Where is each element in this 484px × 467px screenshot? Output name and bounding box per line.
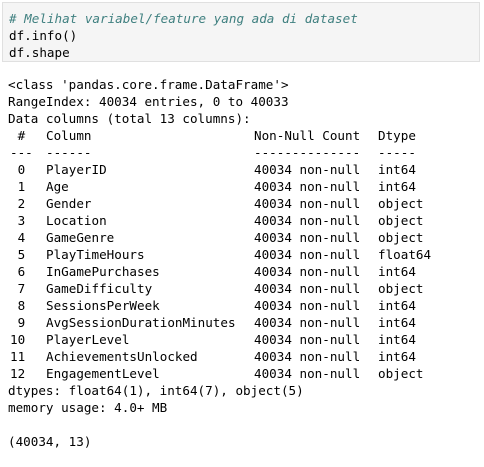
separator-index: --- — [10, 145, 33, 160]
row-dtype: int64 — [378, 349, 416, 364]
separator-column: ------ — [46, 145, 92, 160]
separator-count: -------------- — [254, 145, 361, 160]
row-column: GameGenre — [46, 230, 115, 245]
row-dtype: object — [378, 230, 424, 245]
table-row: 4 GameGenre 40034 non-null object — [8, 229, 478, 246]
row-column: GameDifficulty — [46, 281, 153, 296]
row-dtype: float64 — [378, 247, 432, 262]
row-count: 40034 non-null — [254, 247, 361, 262]
row-dtype: object — [378, 366, 424, 381]
row-column: EngagementLevel — [46, 366, 160, 381]
row-count: 40034 non-null — [254, 315, 361, 330]
row-count: 40034 non-null — [254, 349, 361, 364]
row-index: 7 — [10, 281, 26, 296]
row-dtype: int64 — [378, 298, 416, 313]
row-index: 12 — [10, 366, 26, 381]
row-count: 40034 non-null — [254, 196, 361, 211]
row-column: AvgSessionDurationMinutes — [46, 315, 236, 330]
table-row: 11 AchievementsUnlocked 40034 non-null i… — [8, 348, 478, 365]
row-column: InGamePurchases — [46, 264, 160, 279]
row-dtype: int64 — [378, 264, 416, 279]
table-row: 6 InGamePurchases 40034 non-null int64 — [8, 263, 478, 280]
row-index: 0 — [10, 162, 26, 177]
header-column: Column — [46, 128, 92, 143]
row-count: 40034 non-null — [254, 264, 361, 279]
table-row: 12 EngagementLevel 40034 non-null object — [8, 365, 478, 382]
row-index: 8 — [10, 298, 26, 313]
table-row: 2 Gender 40034 non-null object — [8, 195, 478, 212]
row-index: 1 — [10, 179, 26, 194]
row-count: 40034 non-null — [254, 332, 361, 347]
row-index: 9 — [10, 315, 26, 330]
output-blank-line — [8, 416, 478, 433]
row-column: SessionsPerWeek — [46, 298, 160, 313]
row-count: 40034 non-null — [254, 366, 361, 381]
row-column: PlayTimeHours — [46, 247, 145, 262]
separator-dtype: ----- — [378, 145, 416, 160]
row-count: 40034 non-null — [254, 281, 361, 296]
row-dtype: int64 — [378, 162, 416, 177]
row-dtype: object — [378, 281, 424, 296]
table-row: 7 GameDifficulty 40034 non-null object — [8, 280, 478, 297]
row-column: PlayerID — [46, 162, 107, 177]
row-index: 5 — [10, 247, 26, 262]
row-index: 6 — [10, 264, 26, 279]
header-index: # — [10, 128, 26, 143]
row-index: 10 — [10, 332, 26, 347]
output-range-index: RangeIndex: 40034 entries, 0 to 40033 — [8, 94, 289, 109]
info-table-separator: --- ------ -------------- ----- — [8, 144, 478, 161]
table-row: 1 Age 40034 non-null int64 — [8, 178, 478, 195]
table-row: 3 Location 40034 non-null object — [8, 212, 478, 229]
table-row: 10 PlayerLevel 40034 non-null int64 — [8, 331, 478, 348]
header-count: Non-Null Count — [254, 128, 361, 143]
code-line-info: df.info() — [9, 28, 78, 43]
table-row: 0 PlayerID 40034 non-null int64 — [8, 161, 478, 178]
row-index: 2 — [10, 196, 26, 211]
code-comment: # Melihat variabel/feature yang ada di d… — [9, 11, 358, 26]
row-dtype: object — [378, 196, 424, 211]
row-dtype: int64 — [378, 315, 416, 330]
row-index: 3 — [10, 213, 26, 228]
table-row: 8 SessionsPerWeek 40034 non-null int64 — [8, 297, 478, 314]
table-row: 9 AvgSessionDurationMinutes 40034 non-nu… — [8, 314, 478, 331]
row-index: 4 — [10, 230, 26, 245]
row-dtype: object — [378, 213, 424, 228]
row-count: 40034 non-null — [254, 179, 361, 194]
output-shape: (40034, 13) — [8, 434, 92, 449]
row-count: 40034 non-null — [254, 213, 361, 228]
code-line-shape: df.shape — [9, 45, 70, 60]
row-column: Age — [46, 179, 69, 194]
output-class-line: <class 'pandas.core.frame.DataFrame'> — [8, 77, 289, 92]
output-data-columns: Data columns (total 13 columns): — [8, 111, 251, 126]
row-dtype: int64 — [378, 179, 416, 194]
row-dtype: int64 — [378, 332, 416, 347]
info-table-header: # Column Non-Null Count Dtype — [8, 127, 478, 144]
cell-output: <class 'pandas.core.frame.DataFrame'> Ra… — [8, 76, 478, 450]
table-row: 5 PlayTimeHours 40034 non-null float64 — [8, 246, 478, 263]
row-index: 11 — [10, 349, 26, 364]
row-column: Location — [46, 213, 107, 228]
row-count: 40034 non-null — [254, 162, 361, 177]
output-memory-usage: memory usage: 4.0+ MB — [8, 400, 168, 415]
row-count: 40034 non-null — [254, 298, 361, 313]
output-dtypes-summary: dtypes: float64(1), int64(7), object(5) — [8, 383, 304, 398]
row-count: 40034 non-null — [254, 230, 361, 245]
row-column: Gender — [46, 196, 92, 211]
row-column: AchievementsUnlocked — [46, 349, 198, 364]
code-cell-input[interactable]: # Melihat variabel/feature yang ada di d… — [2, 2, 480, 62]
row-column: PlayerLevel — [46, 332, 130, 347]
header-dtype: Dtype — [378, 128, 416, 143]
